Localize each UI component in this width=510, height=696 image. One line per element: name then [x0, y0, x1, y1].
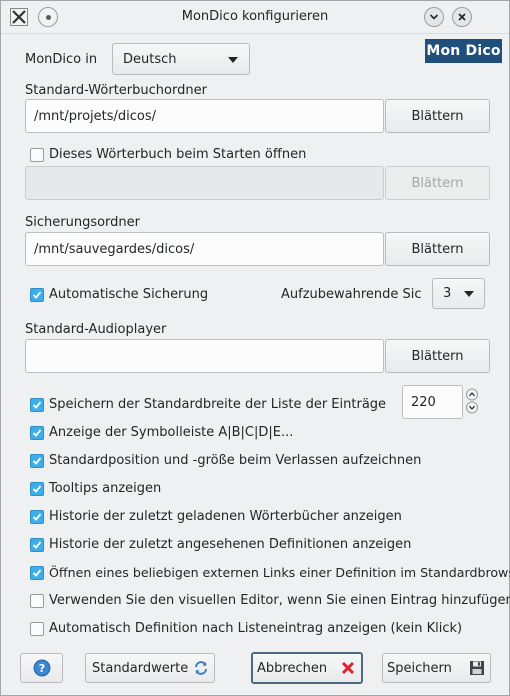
backup-folder-browse-button[interactable]: Blättern — [385, 232, 490, 266]
auto-backup-label: Automatische Sicherung — [49, 287, 209, 302]
save-label: Speichern — [387, 660, 452, 676]
auto-backup-checkbox[interactable] — [30, 288, 44, 302]
title-bar: MonDico konfigurieren — [1, 1, 509, 34]
svg-text:?: ? — [38, 662, 44, 675]
cancel-label: Abbrechen — [257, 660, 328, 676]
chevron-down-icon — [228, 57, 238, 63]
option-label: Historie der zuletzt angesehenen Definit… — [49, 537, 412, 552]
backup-folder-label: Sicherungsordner — [25, 215, 141, 230]
language-value: Deutsch — [123, 51, 177, 67]
option-label: Standardposition und -größe beim Verlass… — [49, 453, 422, 468]
help-button[interactable]: ? — [20, 653, 63, 683]
cancel-x-icon — [341, 661, 355, 675]
option-label: Tooltips anzeigen — [49, 481, 162, 496]
dict-folder-browse-button[interactable]: Blättern — [385, 99, 490, 133]
option-label: Verwenden Sie den visuellen Editor, wenn… — [49, 593, 510, 608]
option-label: Anzeige der Symbolleiste A|B|C|D|E... — [49, 425, 294, 440]
audio-player-browse-button[interactable]: Blättern — [385, 339, 490, 373]
keep-backups-value: 3 — [443, 286, 452, 301]
help-icon: ? — [33, 659, 50, 677]
list-width-spinbox[interactable]: 220 — [402, 385, 463, 419]
option-checkbox[interactable] — [30, 398, 44, 412]
audio-player-label: Standard-Audioplayer — [25, 322, 167, 337]
defaults-label: Standardwerte — [92, 660, 189, 676]
mondico-logo: Mon Dico — [425, 39, 502, 63]
option-label: Historie der zuletzt geladenen Wörterbüc… — [49, 509, 402, 524]
audio-player-input[interactable] — [25, 339, 384, 373]
option-label: Automatisch Definition nach Listeneintra… — [49, 621, 463, 636]
cancel-button[interactable]: Abbrechen — [251, 652, 363, 684]
open-on-start-input[interactable] — [25, 166, 384, 200]
option-checkbox[interactable] — [30, 426, 44, 440]
option-checkbox[interactable] — [30, 482, 44, 496]
keep-backups-label: Aufzubewahrende Sich — [281, 287, 422, 302]
keep-backups-select[interactable]: 3 — [432, 278, 485, 309]
minimize-icon[interactable] — [424, 7, 444, 27]
option-label: Speichern der Standardbreite der Liste d… — [49, 397, 387, 412]
spinbox-arrows[interactable] — [465, 388, 479, 414]
floppy-save-icon — [470, 661, 484, 675]
option-checkbox[interactable] — [30, 538, 44, 552]
dialog-window: MonDico konfigurieren Mon Dico MonDico i… — [0, 0, 510, 696]
option-label: Öffnen eines beliebigen externen Links e… — [49, 565, 510, 580]
option-checkbox[interactable] — [30, 510, 44, 524]
close-icon[interactable] — [452, 7, 472, 27]
defaults-button[interactable]: Standardwerte — [85, 653, 215, 683]
option-checkbox[interactable] — [30, 566, 44, 580]
option-checkbox[interactable] — [30, 622, 44, 636]
backup-folder-input[interactable]: /mnt/sauvegardes/dicos/ — [25, 232, 384, 266]
option-checkbox[interactable] — [30, 454, 44, 468]
language-label: MonDico in — [25, 52, 98, 67]
language-select[interactable]: Deutsch — [112, 43, 250, 75]
open-on-start-browse-button[interactable]: Blättern — [385, 166, 490, 200]
option-checkbox[interactable] — [30, 594, 44, 608]
open-on-start-label: Dieses Wörterbuch beim Starten öffnen — [49, 147, 307, 162]
refresh-icon — [195, 661, 207, 675]
open-on-start-checkbox[interactable] — [30, 148, 44, 162]
dict-folder-label: Standard-Wörterbuchordner — [25, 83, 207, 98]
chevron-down-icon — [464, 291, 474, 297]
save-button[interactable]: Speichern — [382, 653, 491, 683]
dict-folder-input[interactable]: /mnt/projets/dicos/ — [25, 99, 384, 133]
